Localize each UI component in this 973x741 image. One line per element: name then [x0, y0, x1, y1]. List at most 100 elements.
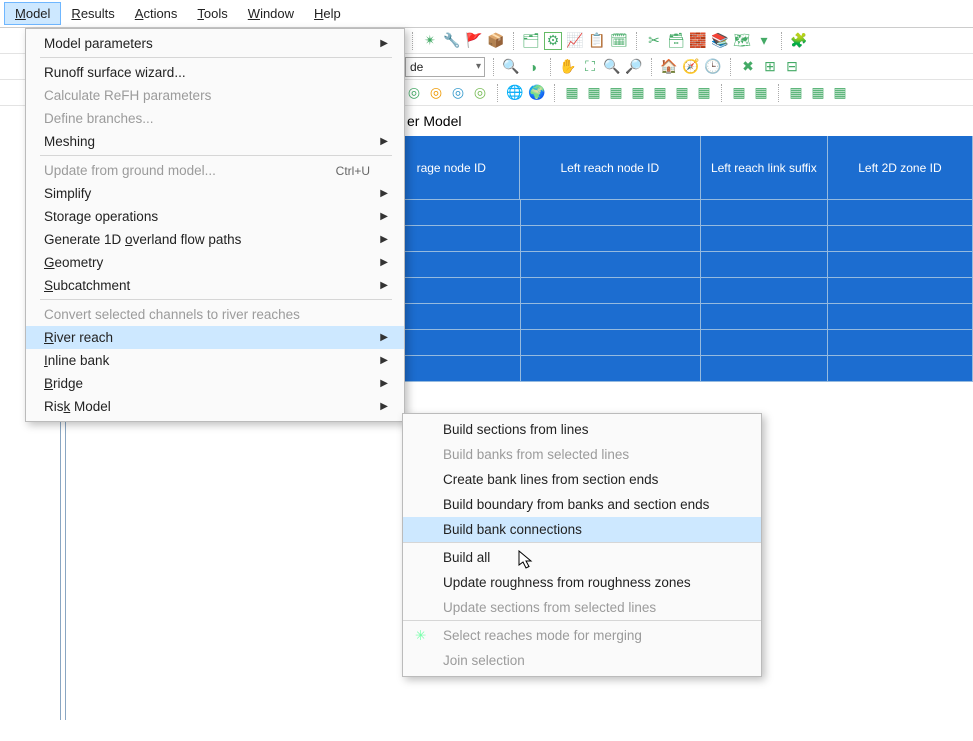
toolbar-separator	[651, 58, 652, 76]
mode-combo[interactable]: de	[405, 57, 485, 77]
grid-icon[interactable]: ▦	[651, 84, 669, 102]
submenu-item: ✳Select reaches mode for merging	[403, 623, 761, 648]
target-icon[interactable]: ◎	[427, 84, 445, 102]
menu-item: Define branches...	[26, 107, 404, 130]
tool-icon[interactable]: 📋	[588, 32, 606, 50]
target-icon[interactable]: ◎	[449, 84, 467, 102]
tool-icon[interactable]: 🚩	[465, 32, 483, 50]
submenu-arrow-icon: ▶	[380, 234, 388, 245]
grid-icon[interactable]: ▦	[585, 84, 603, 102]
tool-icon[interactable]: 📚	[711, 32, 729, 50]
tool-icon[interactable]: 🧱	[689, 32, 707, 50]
menu-item[interactable]: Generate 1D overland flow paths ▶	[26, 228, 404, 251]
table-header[interactable]: Left reach link suffix	[701, 136, 828, 200]
grid-icon[interactable]: ▦	[673, 84, 691, 102]
grid-icon[interactable]: ▦	[695, 84, 713, 102]
submenu-arrow-icon: ▶	[380, 211, 388, 222]
submenu-arrow-icon: ▶	[380, 257, 388, 268]
grid-icon[interactable]: ▦	[752, 84, 770, 102]
menu-item[interactable]: Simplify▶	[26, 182, 404, 205]
submenu-item[interactable]: Update roughness from roughness zones	[403, 570, 761, 595]
menu-item[interactable]: Geometry ▶	[26, 251, 404, 274]
menu-help[interactable]: Help	[304, 3, 351, 24]
merge-icon: ✳	[415, 628, 431, 644]
tool-icon[interactable]: 🗂	[522, 32, 540, 50]
tool-icon[interactable]: ⚙	[544, 32, 562, 50]
grid-icon[interactable]: ▦	[563, 84, 581, 102]
tool-icon[interactable]: ◑	[524, 58, 542, 76]
grid-icon[interactable]: ▦	[629, 84, 647, 102]
toolbar-separator	[497, 84, 498, 102]
menu-model[interactable]: Model	[4, 2, 61, 25]
tool-icon[interactable]: ✖	[739, 58, 757, 76]
submenu-item-label: Build bank connections	[443, 522, 582, 537]
toolbar-separator	[636, 32, 637, 50]
tool-icon[interactable]: ⊟	[783, 58, 801, 76]
zoom-out-icon[interactable]: 🔎	[625, 58, 643, 76]
target-icon[interactable]: ◎	[405, 84, 423, 102]
submenu-arrow-icon: ▶	[380, 136, 388, 147]
menu-item[interactable]: Bridge▶	[26, 372, 404, 395]
menu-item[interactable]: Inline bank▶	[26, 349, 404, 372]
tool-icon[interactable]: 🗓	[610, 32, 628, 50]
tool-icon[interactable]: ▾	[755, 32, 773, 50]
menu-window[interactable]: Window	[238, 3, 304, 24]
table-header[interactable]: Left 2D zone ID	[828, 136, 973, 200]
grid-icon[interactable]: ▦	[809, 84, 827, 102]
tool-icon[interactable]: 🕒	[704, 58, 722, 76]
menu-item-label: Generate 1D overland flow paths	[44, 232, 241, 247]
grid-icon[interactable]: ▦	[607, 84, 625, 102]
submenu-item[interactable]: Build boundary from banks and section en…	[403, 492, 761, 517]
zoom-area-icon[interactable]: ⛶	[581, 58, 599, 76]
tool-icon[interactable]: ✂	[645, 32, 663, 50]
submenu-item[interactable]: Create bank lines from section ends	[403, 467, 761, 492]
zoom-in-icon[interactable]: 🔍	[603, 58, 621, 76]
tool-icon[interactable]: 📦	[487, 32, 505, 50]
menu-item[interactable]: Runoff surface wizard...	[26, 61, 404, 84]
menu-item[interactable]: River reach▶	[26, 326, 404, 349]
menu-results[interactable]: Results	[61, 3, 124, 24]
search-icon[interactable]: 🔍	[502, 58, 520, 76]
tool-icon[interactable]: 🗺	[733, 32, 751, 50]
tool-icon[interactable]: ⊞	[761, 58, 779, 76]
menu-item-label: Storage operations	[44, 209, 158, 224]
tool-icon[interactable]: 🧭	[682, 58, 700, 76]
menu-item[interactable]: Risk Model▶	[26, 395, 404, 418]
menu-divider	[40, 299, 392, 300]
submenu-item[interactable]: Build sections from lines	[403, 417, 761, 442]
menu-item-label: Subcatchment	[44, 278, 130, 293]
grid-icon[interactable]: ▦	[787, 84, 805, 102]
submenu-item-label: Update sections from selected lines	[443, 600, 656, 615]
target-icon[interactable]: ◎	[471, 84, 489, 102]
submenu-item-label: Build sections from lines	[443, 422, 589, 437]
toolbar-separator	[778, 84, 779, 102]
menu-actions[interactable]: Actions	[125, 3, 188, 24]
submenu-item[interactable]: Build bank connections	[403, 517, 761, 543]
table-header[interactable]: Left reach node ID	[520, 136, 701, 200]
hand-icon[interactable]: ✋	[559, 58, 577, 76]
menu-divider	[40, 155, 392, 156]
globe-icon[interactable]: 🌍	[528, 84, 546, 102]
tool-icon[interactable]: 🏠	[660, 58, 678, 76]
tool-icon[interactable]: 🔧	[443, 32, 461, 50]
tool-icon[interactable]: ✴	[421, 32, 439, 50]
menu-item-label: Simplify	[44, 186, 91, 201]
tool-icon[interactable]: 📈	[566, 32, 584, 50]
model-menu: Model parameters▶ Runoff surface wizard..…	[25, 28, 405, 422]
tool-icon[interactable]: 🧩	[790, 32, 808, 50]
menu-item[interactable]: Storage operations ▶	[26, 205, 404, 228]
menu-item[interactable]: Meshing▶	[26, 130, 404, 153]
title-input[interactable]	[405, 112, 605, 130]
grid-icon[interactable]: ▦	[730, 84, 748, 102]
menu-item-label: Geometry	[44, 255, 103, 270]
grid-icon[interactable]: ▦	[831, 84, 849, 102]
menu-item-label: Runoff surface wizard...	[44, 65, 186, 80]
submenu-item[interactable]: Build all	[403, 545, 761, 570]
menu-item[interactable]: Model parameters▶	[26, 32, 404, 55]
menu-tools[interactable]: Tools	[187, 3, 237, 24]
globe-icon[interactable]: 🌐	[506, 84, 524, 102]
tool-icon[interactable]: 🗃	[667, 32, 685, 50]
submenu-item: Update sections from selected lines	[403, 595, 761, 621]
menubar: Model Results Actions Tools Window Help	[0, 0, 973, 28]
menu-item[interactable]: Subcatchment▶	[26, 274, 404, 297]
